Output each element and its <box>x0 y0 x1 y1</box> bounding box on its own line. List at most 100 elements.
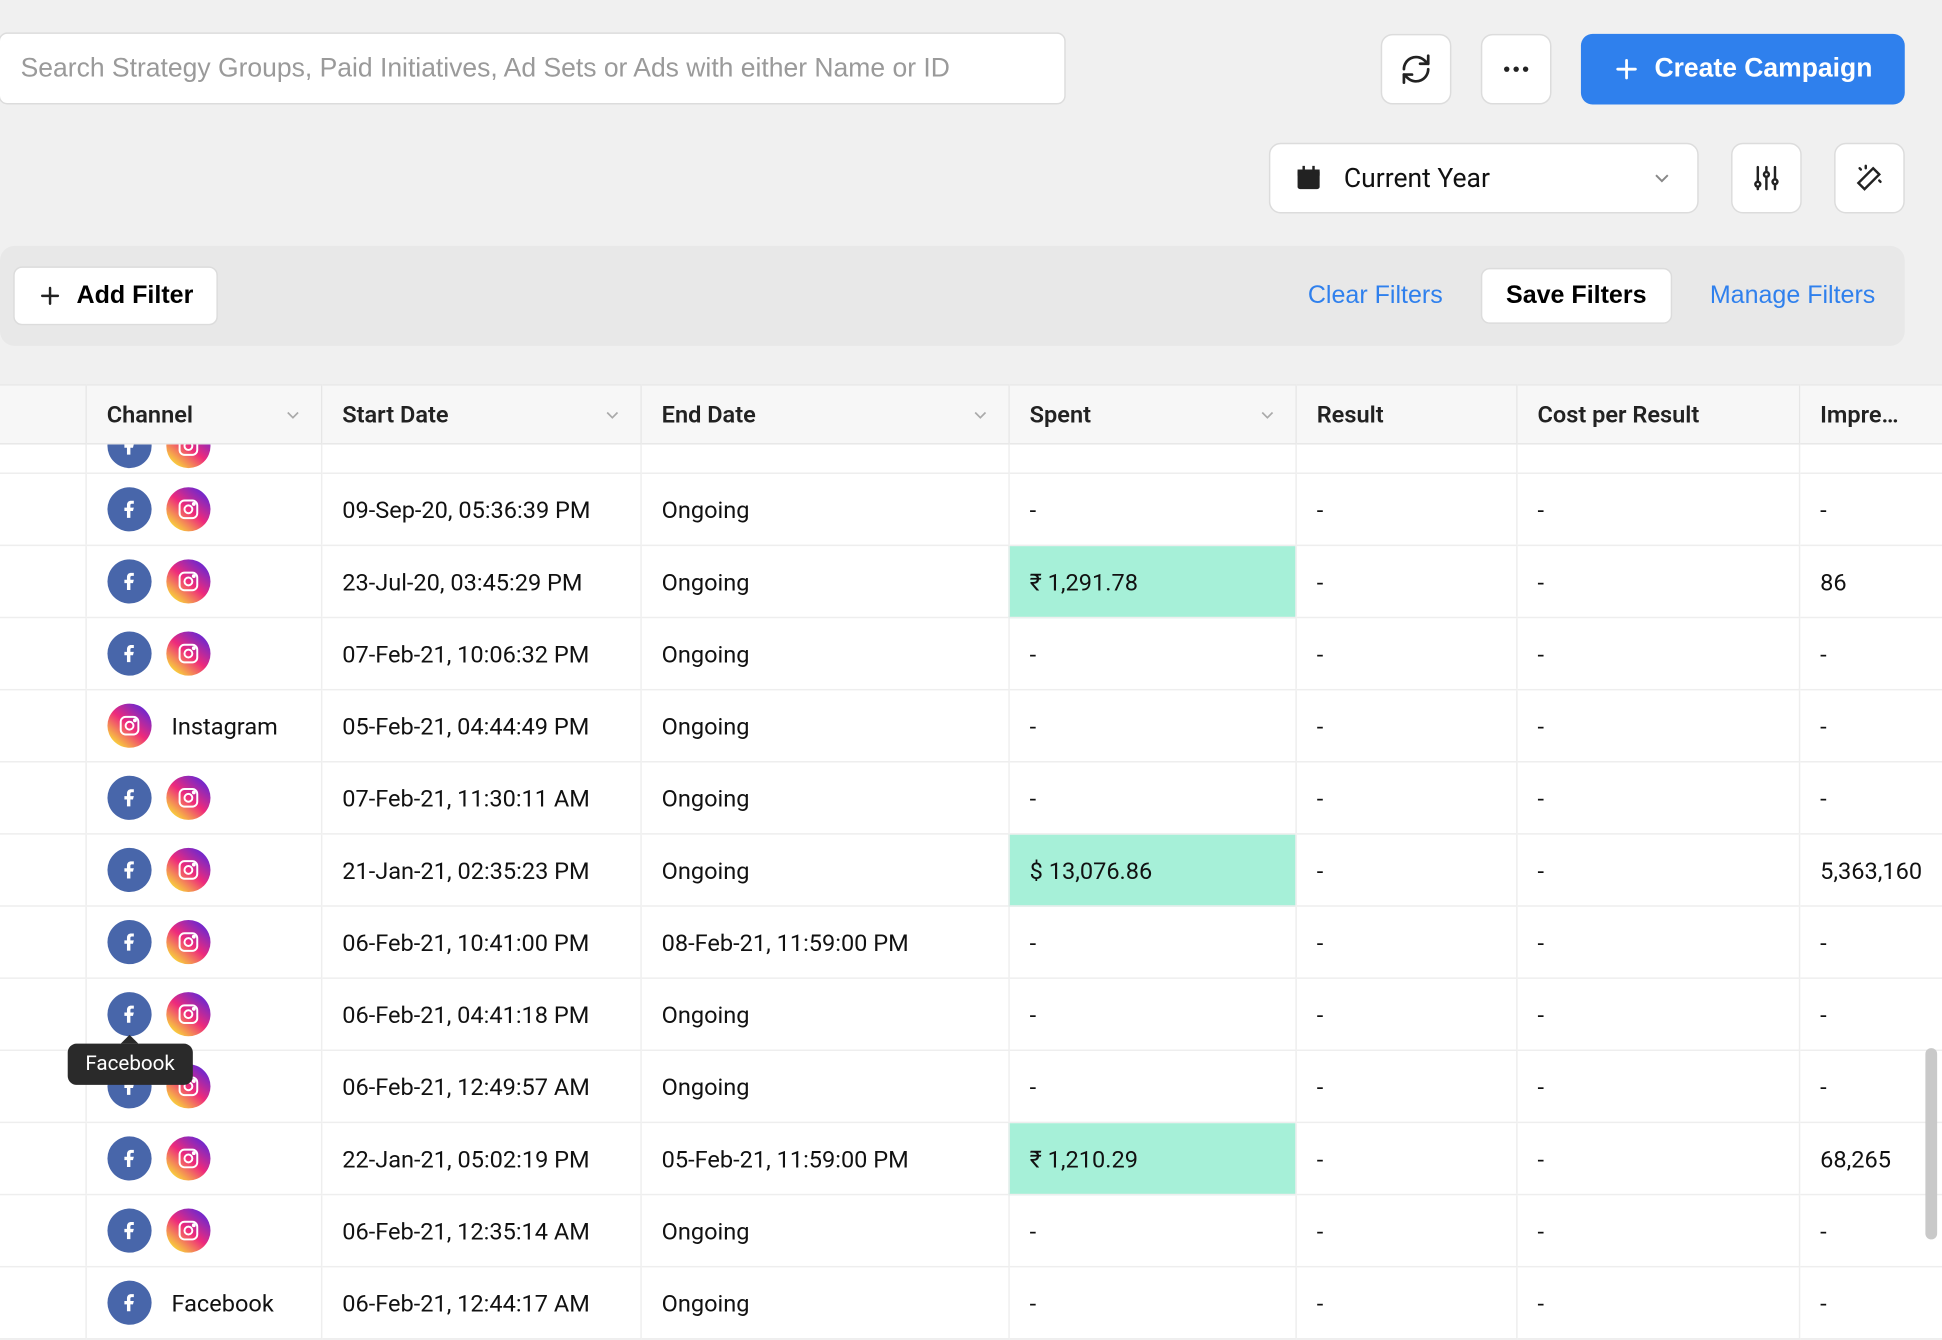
facebook-icon <box>107 487 151 531</box>
table-row[interactable]: 06-Feb-21, 12:35:14 AMOngoing---- <box>0 1195 1942 1267</box>
campaigns-table: Channel Start Date End Date Spent <box>0 384 1942 1339</box>
cell-end-date: Ongoing <box>640 834 1008 906</box>
cell-cost-per-result: - <box>1516 762 1799 834</box>
cell-start-date: 06-Feb-21, 12:49:57 AM <box>321 1050 640 1122</box>
facebook-icon <box>107 920 151 964</box>
cell-spent: - <box>1008 473 1295 545</box>
column-header-impressions[interactable]: Impre… <box>1799 385 1942 444</box>
more-options-button[interactable] <box>1481 33 1552 104</box>
table-row[interactable]: Facebook06-Feb-21, 12:44:17 AMOngoing---… <box>0 1267 1942 1339</box>
table-row[interactable]: 07-Feb-21, 11:30:11 AMOngoing---- <box>0 762 1942 834</box>
cell-impressions: 86 <box>1799 545 1942 617</box>
cell-end-date: Ongoing <box>640 1195 1008 1267</box>
table-row[interactable]: 06-Feb-21, 12:49:57 AMOngoing---- <box>0 1050 1942 1122</box>
cell-cost-per-result: - <box>1516 545 1799 617</box>
refresh-button[interactable] <box>1381 33 1452 104</box>
instagram-icon <box>166 487 210 531</box>
add-filter-button[interactable]: Add Filter <box>13 266 218 325</box>
cell-start-date: 07-Feb-21, 10:06:32 PM <box>321 618 640 690</box>
cell-result: - <box>1295 1122 1516 1194</box>
table-row[interactable]: 21-Jan-21, 02:35:23 PMOngoing$ 13,076.86… <box>0 834 1942 906</box>
chevron-down-icon <box>969 404 990 425</box>
cell-impressions: 68,265 <box>1799 1122 1942 1194</box>
column-header-result[interactable]: Result <box>1295 385 1516 444</box>
instagram-icon <box>166 444 210 468</box>
tooltip: Facebook <box>68 1044 193 1085</box>
facebook-icon <box>107 992 151 1036</box>
cell-result: - <box>1295 1050 1516 1122</box>
column-header-start-date[interactable]: Start Date <box>321 385 640 444</box>
plus-icon <box>38 284 62 308</box>
cell-result: - <box>1295 906 1516 978</box>
cell-cost-per-result: - <box>1516 473 1799 545</box>
cell-end-date: Ongoing <box>640 690 1008 762</box>
columns-button[interactable] <box>1731 143 1802 214</box>
create-campaign-label: Create Campaign <box>1654 53 1872 84</box>
cell-impressions: - <box>1799 618 1942 690</box>
manage-filters-link[interactable]: Manage Filters <box>1710 281 1876 310</box>
cell-spent: - <box>1008 618 1295 690</box>
facebook-icon <box>107 1136 151 1180</box>
cell-result: - <box>1295 618 1516 690</box>
cell-spent: - <box>1008 762 1295 834</box>
refresh-icon <box>1400 52 1432 84</box>
cell-start-date: 06-Feb-21, 12:35:14 AM <box>321 1195 640 1267</box>
column-header-spent[interactable]: Spent <box>1008 385 1295 444</box>
table-row[interactable]: 23-Jul-20, 03:45:29 PMOngoing₹ 1,291.78-… <box>0 545 1942 617</box>
cell-cost-per-result: - <box>1516 978 1799 1050</box>
instagram-icon <box>107 704 151 748</box>
cell-start-date: 22-Jan-21, 05:02:19 PM <box>321 1122 640 1194</box>
search-input[interactable] <box>0 32 1066 104</box>
table-row[interactable]: 09-Sep-20, 05:36:39 PMOngoing---- <box>0 473 1942 545</box>
column-header-lead <box>0 385 85 444</box>
create-campaign-button[interactable]: Create Campaign <box>1581 33 1905 104</box>
table-row[interactable]: Instagram05-Feb-21, 04:44:49 PMOngoing--… <box>0 690 1942 762</box>
cell-cost-per-result: - <box>1516 1122 1799 1194</box>
column-label: End Date <box>662 400 756 428</box>
table-row[interactable]: 07-Feb-21, 10:06:32 PMOngoing---- <box>0 618 1942 690</box>
channel-label: Facebook <box>171 1289 273 1317</box>
table-row[interactable]: 22-Jan-21, 05:02:19 PM05-Feb-21, 11:59:0… <box>0 1122 1942 1194</box>
cell-end-date: Ongoing <box>640 1050 1008 1122</box>
more-horizontal-icon <box>1500 52 1532 84</box>
cell-start-date: 06-Feb-21, 04:41:18 PM <box>321 978 640 1050</box>
cell-result: - <box>1295 834 1516 906</box>
column-header-channel[interactable]: Channel <box>85 385 321 444</box>
column-label: Cost per Result <box>1538 400 1700 428</box>
cell-spent: - <box>1008 690 1295 762</box>
instagram-icon <box>166 776 210 820</box>
instagram-icon <box>166 631 210 675</box>
scrollbar-thumb[interactable] <box>1925 1048 1937 1239</box>
cell-impressions: - <box>1799 473 1942 545</box>
chevron-down-icon <box>1650 166 1674 190</box>
column-header-cost-per-result[interactable]: Cost per Result <box>1516 385 1799 444</box>
cell-spent: - <box>1008 1195 1295 1267</box>
cell-end-date: Ongoing <box>640 618 1008 690</box>
instagram-icon <box>166 920 210 964</box>
instagram-icon <box>166 992 210 1036</box>
date-range-picker[interactable]: Current Year <box>1269 143 1699 214</box>
chevron-down-icon <box>282 404 303 425</box>
column-label: Impre… <box>1820 400 1898 428</box>
cell-start-date: 21-Jan-21, 02:35:23 PM <box>321 834 640 906</box>
table-row[interactable]: 06-Feb-21, 10:41:00 PM08-Feb-21, 11:59:0… <box>0 906 1942 978</box>
cell-result: - <box>1295 762 1516 834</box>
cell-result: - <box>1295 978 1516 1050</box>
date-range-label: Current Year <box>1344 163 1650 194</box>
clear-filters-link[interactable]: Clear Filters <box>1308 281 1443 310</box>
add-filter-label: Add Filter <box>77 281 194 310</box>
cell-start-date: 23-Jul-20, 03:45:29 PM <box>321 545 640 617</box>
column-header-end-date[interactable]: End Date <box>640 385 1008 444</box>
cell-cost-per-result: - <box>1516 834 1799 906</box>
cell-spent: ₹ 1,291.78 <box>1008 545 1295 617</box>
facebook-icon <box>107 631 151 675</box>
cell-result: - <box>1295 473 1516 545</box>
cell-cost-per-result: - <box>1516 690 1799 762</box>
table-row[interactable] <box>0 444 1942 473</box>
cell-impressions: - <box>1799 978 1942 1050</box>
cell-cost-per-result: - <box>1516 618 1799 690</box>
cell-result: - <box>1295 545 1516 617</box>
magic-button[interactable] <box>1834 143 1905 214</box>
save-filters-button[interactable]: Save Filters <box>1481 268 1672 324</box>
table-row[interactable]: 06-Feb-21, 04:41:18 PMOngoing---- <box>0 978 1942 1050</box>
